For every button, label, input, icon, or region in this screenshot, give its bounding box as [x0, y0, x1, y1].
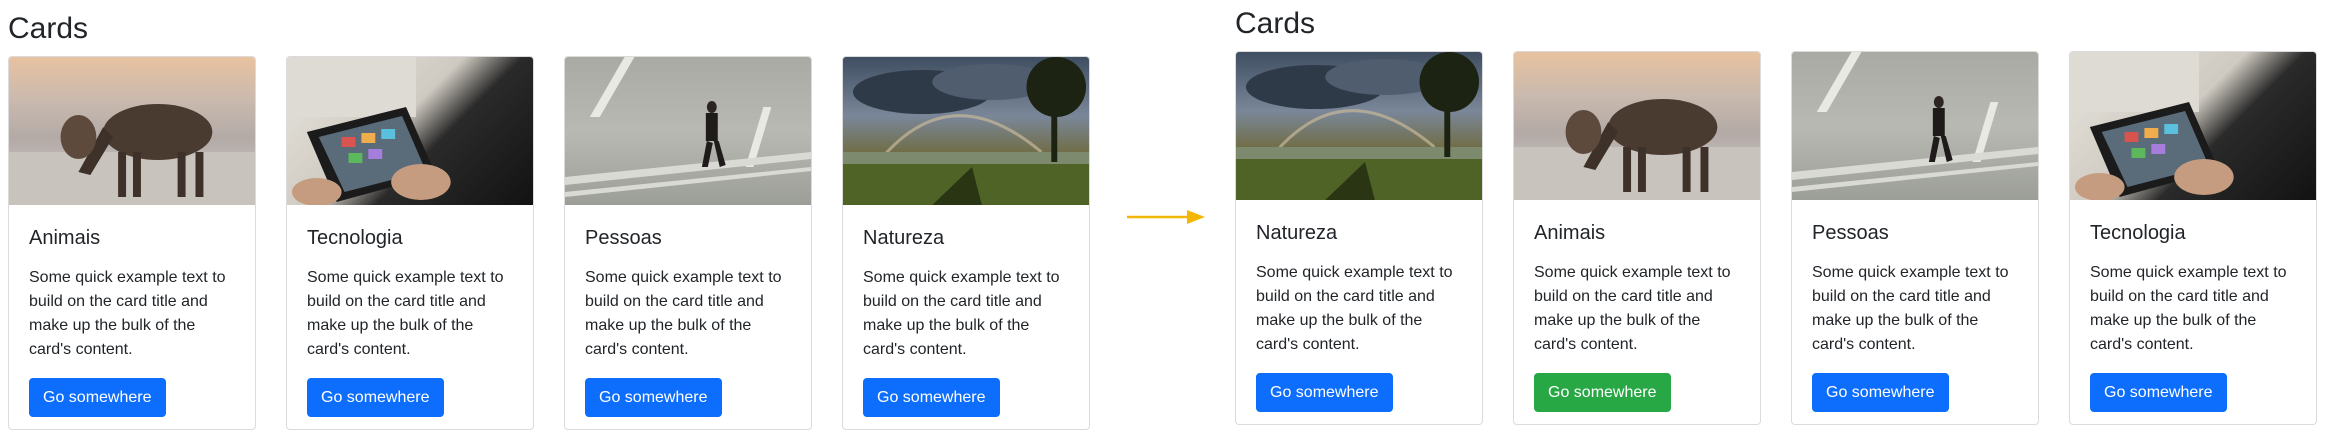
card-row: Animais Some quick example text to build… — [8, 56, 1090, 430]
tablet-hands-photo — [287, 57, 533, 205]
arrow-right-icon — [1127, 210, 1205, 224]
card-row: Natureza Some quick example text to buil… — [1235, 51, 2317, 425]
go-somewhere-button[interactable]: Go somewhere — [585, 378, 722, 417]
card-text: Some quick example text to build on the … — [2090, 264, 2287, 353]
card-pessoas: Pessoas Some quick example text to build… — [1791, 51, 2039, 425]
rainbow-landscape-photo — [1236, 52, 1482, 200]
card-pessoas: Pessoas Some quick example text to build… — [564, 56, 812, 430]
card-text: Some quick example text to build on the … — [1256, 264, 1453, 353]
card-text: Some quick example text to build on the … — [1812, 264, 2009, 353]
card-title: Pessoas — [585, 227, 662, 249]
go-somewhere-button[interactable]: Go somewhere — [1256, 373, 1393, 412]
card-title: Pessoas — [1812, 222, 1889, 244]
cards-section-after: Cards Natureza Some quick example text t… — [1235, 5, 2317, 425]
go-somewhere-button[interactable]: Go somewhere — [863, 378, 1000, 417]
tablet-hands-photo — [2070, 52, 2316, 200]
card-text: Some quick example text to build on the … — [1534, 264, 1731, 353]
card-tecnologia: Tecnologia Some quick example text to bu… — [286, 56, 534, 430]
horse-grazing-photo — [9, 57, 255, 205]
section-title: Cards — [1235, 7, 1316, 40]
card-tecnologia: Tecnologia Some quick example text to bu… — [2069, 51, 2317, 425]
card-title: Animais — [1534, 222, 1606, 244]
card-natureza: Natureza Some quick example text to buil… — [1235, 51, 1483, 425]
card-title: Tecnologia — [307, 227, 403, 249]
go-somewhere-button[interactable]: Go somewhere — [307, 378, 444, 417]
card-animais: Animais Some quick example text to build… — [8, 56, 256, 430]
card-text: Some quick example text to build on the … — [863, 269, 1060, 358]
card-title: Natureza — [863, 227, 945, 249]
horse-grazing-photo — [1514, 52, 1760, 200]
card-title: Animais — [29, 227, 101, 249]
cards-section-before: Cards Animais Some quick example text to… — [8, 10, 1090, 430]
go-somewhere-button[interactable]: Go somewhere — [1812, 373, 1949, 412]
card-animais: Animais Some quick example text to build… — [1513, 51, 1761, 425]
go-somewhere-button[interactable]: Go somewhere — [29, 378, 166, 417]
rainbow-landscape-photo — [843, 57, 1089, 205]
card-title: Tecnologia — [2090, 222, 2186, 244]
card-natureza: Natureza Some quick example text to buil… — [842, 56, 1090, 430]
card-title: Natureza — [1256, 222, 1338, 244]
card-text: Some quick example text to build on the … — [29, 269, 226, 358]
person-walking-road-photo — [1792, 52, 2038, 200]
card-text: Some quick example text to build on the … — [585, 269, 782, 358]
section-title: Cards — [8, 12, 89, 45]
card-text: Some quick example text to build on the … — [307, 269, 504, 358]
go-somewhere-button[interactable]: Go somewhere — [1534, 373, 1671, 412]
person-walking-road-photo — [565, 57, 811, 205]
go-somewhere-button[interactable]: Go somewhere — [2090, 373, 2227, 412]
